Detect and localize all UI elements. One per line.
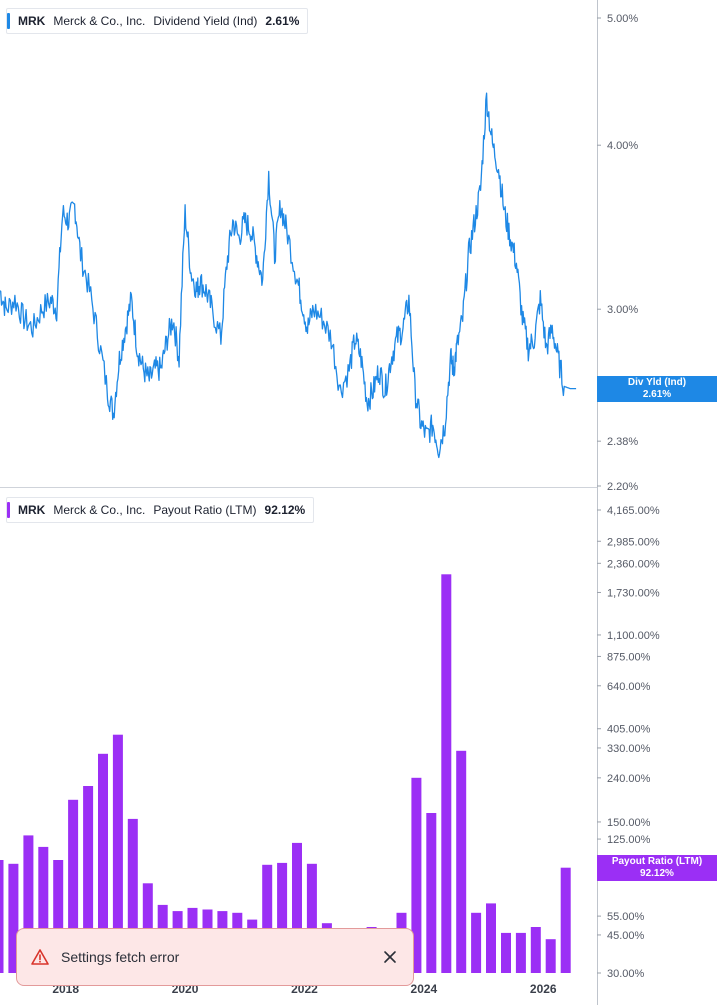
bottom-y-tick-label: 875.00% [607, 651, 651, 663]
top-legend-metric: Dividend Yield (Ind) [153, 14, 258, 28]
payout-ratio-badge-label: Payout Ratio (LTM) [611, 855, 703, 867]
top-legend-ticker: MRK [18, 14, 46, 28]
top-legend[interactable]: MRK Merck & Co., Inc. Dividend Yield (In… [6, 8, 309, 34]
dividend-yield-line [0, 92, 577, 459]
div-yield-last-value-badge: Div Yld (Ind) 2.61% [597, 375, 717, 402]
bottom-y-tick-label: 330.00% [607, 743, 651, 755]
close-icon[interactable] [383, 950, 397, 964]
payout-ratio-bar [0, 860, 4, 973]
bottom-y-tick-label: 55.00% [607, 911, 645, 923]
bottom-y-axis: 4,165.00% 2,985.00% 2,360.00% 1,730.00% 1,10… [597, 505, 660, 980]
bottom-y-tick-label: 640.00% [607, 681, 651, 693]
payout-ratio-bar [501, 932, 511, 973]
x-tick-label: 2026 [530, 982, 557, 996]
warning-triangle-icon [31, 949, 49, 965]
top-legend-value: 2.61% [265, 14, 300, 28]
toast-message: Settings fetch error [61, 949, 180, 965]
error-toast: Settings fetch error [16, 928, 414, 986]
payout-ratio-bar [560, 867, 571, 973]
bottom-y-tick-label: 30.00% [607, 968, 645, 980]
top-legend-company: Merck & Co., Inc. [53, 14, 146, 28]
bottom-legend-company: Merck & Co., Inc. [53, 503, 146, 517]
bottom-y-tick-label: 405.00% [607, 724, 651, 736]
div-yield-badge-value: 2.61% [642, 388, 672, 400]
div-yield-badge-label: Div Yld (Ind) [627, 376, 687, 388]
bottom-y-tick-label: 125.00% [607, 834, 651, 846]
payout-ratio-bar [471, 912, 482, 973]
bottom-legend-value: 92.12% [264, 503, 306, 517]
bottom-y-tick-label: 1,730.00% [607, 587, 660, 599]
payout-ratio-bars-layer [0, 574, 571, 973]
bottom-legend-metric: Payout Ratio (LTM) [153, 503, 257, 517]
payout-ratio-bar [456, 750, 467, 973]
bottom-y-tick-label: 4,165.00% [607, 505, 660, 517]
top-y-axis: 5.00% 4.00% 3.00% 2.38% 2.20% [597, 13, 638, 493]
bottom-legend-ticker: MRK [18, 503, 46, 517]
bottom-legend[interactable]: MRK Merck & Co., Inc. Payout Ratio (LTM)… [6, 497, 315, 523]
payout-ratio-last-value-badge: Payout Ratio (LTM) 92.12% [597, 854, 717, 881]
bottom-y-tick-label: 2,985.00% [607, 536, 660, 548]
top-legend-swatch [7, 13, 10, 29]
payout-ratio-bar [486, 903, 496, 973]
top-y-tick-label: 2.38% [607, 436, 638, 448]
dividend-yield-line-layer [0, 92, 577, 459]
payout-ratio-bar [515, 932, 526, 973]
payout-ratio-bar [545, 939, 556, 973]
bottom-y-tick-label: 2,360.00% [607, 558, 660, 570]
payout-ratio-bar [426, 813, 437, 973]
payout-ratio-bar [530, 927, 541, 973]
bottom-y-tick-label: 150.00% [607, 817, 651, 829]
bottom-y-tick-label: 45.00% [607, 930, 645, 942]
payout-ratio-badge-value: 92.12% [640, 867, 674, 879]
bottom-y-tick-label: 240.00% [607, 773, 651, 785]
bottom-y-tick-label: 1,100.00% [607, 630, 660, 642]
x-tick-label: 2024 [411, 982, 438, 996]
top-y-tick-label: 2.20% [607, 481, 638, 493]
top-y-tick-label: 4.00% [607, 140, 638, 152]
top-y-tick-label: 5.00% [607, 13, 638, 25]
top-y-tick-label: 3.00% [607, 304, 638, 316]
bottom-legend-swatch [7, 502, 10, 518]
payout-ratio-bar [441, 574, 452, 973]
